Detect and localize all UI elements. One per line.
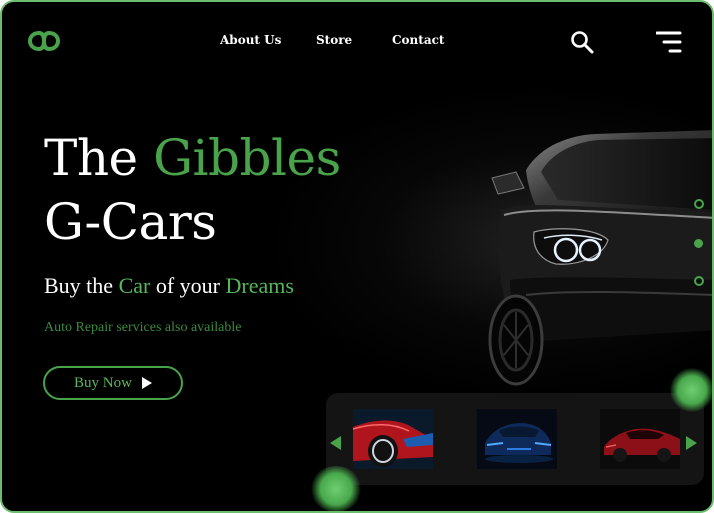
thumbnail-blue-sports-car[interactable]: [477, 409, 557, 469]
slider-dot-2[interactable]: [694, 239, 703, 248]
hero-title: The Gibbles G-Cars: [44, 126, 341, 254]
play-icon: [141, 377, 152, 389]
buy-now-label: Buy Now: [74, 374, 132, 391]
nav-store[interactable]: Store: [316, 33, 352, 47]
hero-title-word2: Gibbles: [153, 129, 341, 187]
thumbnail-red-sedan[interactable]: [600, 409, 680, 469]
subtitle-part3: of your: [155, 273, 220, 298]
search-icon[interactable]: [570, 30, 594, 54]
car-hero-image: [488, 130, 712, 386]
logo-icon[interactable]: [28, 30, 60, 52]
page-frame: About Us Store Contact The Gibbles G-Car…: [0, 0, 714, 513]
hero-title-word1: The: [44, 129, 138, 187]
nav-contact[interactable]: Contact: [392, 33, 444, 47]
slider-dot-1[interactable]: [694, 199, 704, 209]
glow-decoration: [310, 466, 362, 511]
hero-subtitle: Buy the Car of your Dreams: [44, 273, 294, 299]
hero-note: Auto Repair services also available: [44, 320, 242, 335]
hero-title-line1: The Gibbles: [44, 126, 341, 190]
subtitle-part2: Car: [118, 273, 151, 298]
arrow-right-icon[interactable]: [686, 436, 697, 450]
hero-title-line2: G-Cars: [44, 193, 217, 251]
menu-icon[interactable]: [656, 31, 682, 53]
glow-decoration: [670, 368, 712, 412]
subtitle-part1: Buy the: [44, 273, 114, 298]
arrow-left-icon[interactable]: [330, 436, 341, 450]
slider-dot-3[interactable]: [694, 276, 704, 286]
thumbnail-red-sports-car[interactable]: [353, 409, 433, 469]
subtitle-part4: Dreams: [225, 273, 294, 298]
nav-about-us[interactable]: About Us: [220, 33, 281, 47]
buy-now-button[interactable]: Buy Now: [43, 366, 183, 400]
